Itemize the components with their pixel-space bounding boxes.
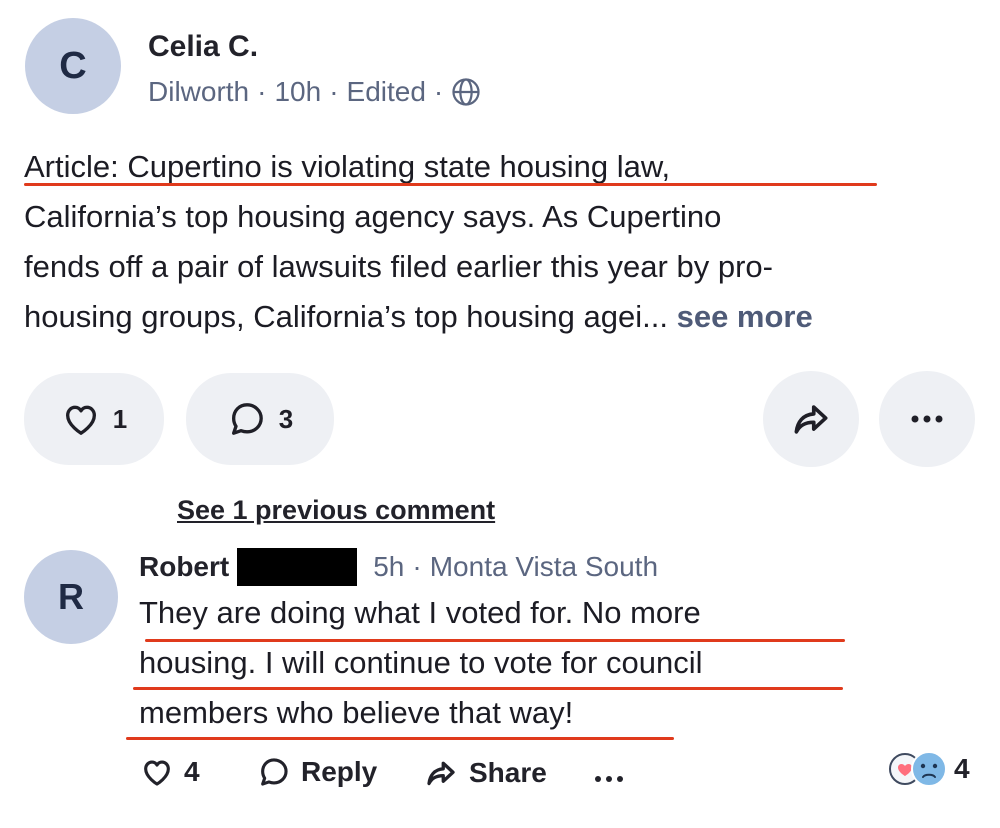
see-more-link[interactable]: see more: [668, 299, 813, 334]
redacted-block: [237, 548, 358, 586]
speech-bubble-icon: [231, 403, 263, 435]
reply-button[interactable]: Reply: [257, 755, 377, 789]
see-previous-comments-link[interactable]: See 1 previous comment: [177, 495, 495, 526]
avatar-letter: C: [59, 44, 87, 87]
highlight-underline: [126, 737, 674, 740]
post-neighborhood[interactable]: Dilworth: [148, 76, 249, 108]
comment-more-button[interactable]: [594, 770, 624, 788]
meta-separator: ·: [433, 76, 444, 107]
meta-separator: ·: [257, 76, 267, 107]
reply-label: Reply: [301, 756, 378, 787]
commenter-avatar[interactable]: R: [24, 550, 118, 644]
avatar-letter: R: [58, 576, 84, 617]
like-count: 1: [112, 403, 128, 434]
like-button[interactable]: 1: [24, 373, 164, 465]
reaction-summary[interactable]: 4: [888, 750, 970, 788]
post-time: 10h: [274, 76, 322, 107]
comment-time: 5h: [373, 551, 405, 582]
more-dots-icon: [911, 415, 943, 423]
meta-separator: ·: [329, 76, 339, 107]
highlight-underline: [145, 639, 845, 642]
post-author-avatar[interactable]: C: [25, 18, 121, 114]
post-author-name[interactable]: Celia C.: [148, 30, 258, 64]
share-arrow-icon: [794, 405, 828, 434]
share-arrow-icon: [427, 761, 455, 786]
commenter-name[interactable]: Robert: [139, 551, 229, 583]
post-text-line: fends off a pair of lawsuits filed earli…: [24, 249, 773, 284]
post-meta: Dilworth · 10h · Edited ·: [148, 76, 481, 108]
speech-bubble-icon: [261, 758, 288, 786]
comment-share-button[interactable]: Share: [423, 755, 547, 791]
post-text-truncated: housing groups, California’s top housing…: [24, 299, 668, 334]
share-label: Share: [469, 757, 547, 788]
comment-body: They are doing what I voted for. No more…: [139, 588, 959, 738]
post-edited-label: Edited: [346, 76, 426, 107]
meta-separator: ·: [412, 551, 422, 582]
share-button[interactable]: [763, 371, 859, 467]
commenter-neighborhood[interactable]: Monta Vista South: [430, 551, 658, 583]
more-options-button[interactable]: [879, 371, 975, 467]
globe-icon: [452, 78, 480, 106]
post-text-line: housing groups, California’s top housing…: [24, 292, 984, 342]
heart-icon: [65, 405, 96, 435]
comment-header: Robert 5h · Monta Vista South: [139, 548, 658, 586]
highlight-underline: [24, 183, 877, 186]
more-dots-icon: [595, 776, 623, 782]
reaction-sad-emoji-icon: [911, 751, 947, 787]
comment-like-button[interactable]: 4: [140, 755, 200, 789]
comment-text-line: members who believe that way!: [139, 695, 574, 730]
comment-button[interactable]: 3: [186, 373, 334, 465]
highlight-underline: [133, 687, 843, 690]
heart-icon: [144, 760, 170, 786]
reaction-count: 4: [954, 753, 970, 784]
comment-text-line: housing. I will continue to vote for cou…: [139, 645, 703, 680]
post-body: Article: Cupertino is violating state ho…: [24, 142, 984, 342]
post-text-line: California’s top housing agency says. As…: [24, 199, 722, 234]
comment-like-count: 4: [184, 756, 200, 787]
comment-text-line: They are doing what I voted for. No more: [139, 595, 701, 630]
comment-count: 3: [278, 403, 294, 434]
